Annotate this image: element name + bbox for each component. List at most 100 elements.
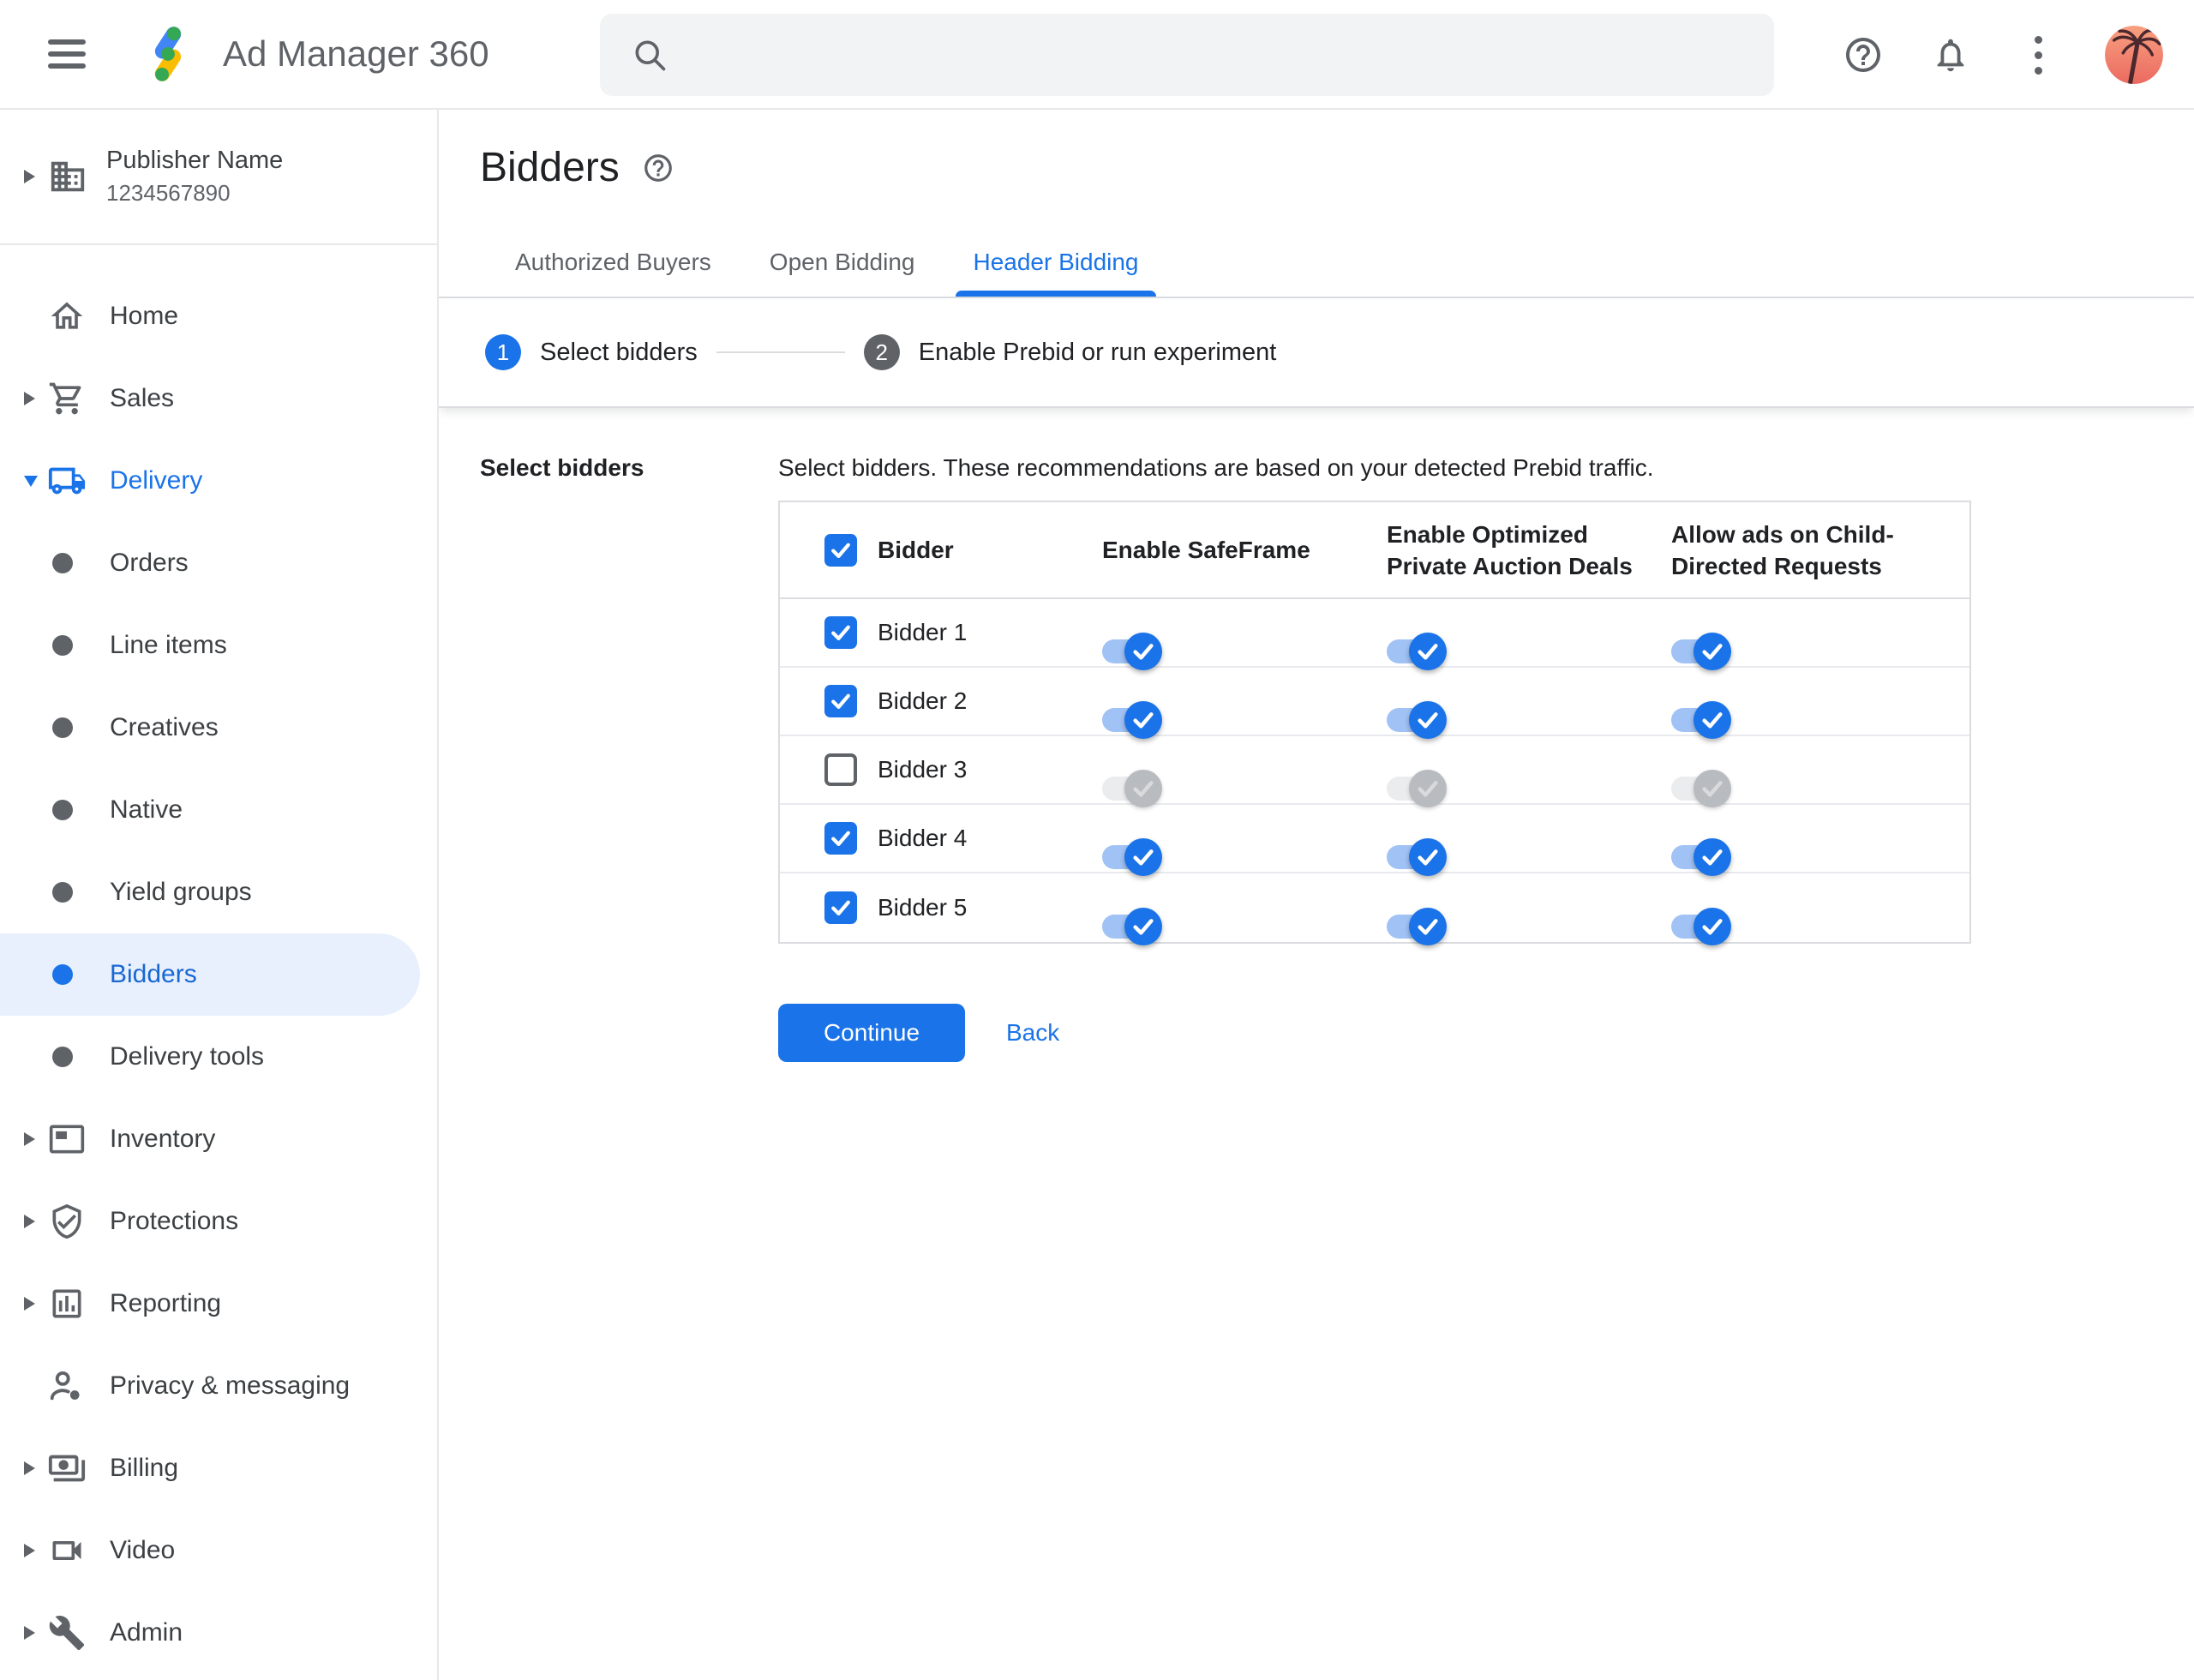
truck-icon: [46, 460, 87, 501]
column-header-bidder: Bidder: [878, 537, 954, 563]
sidebar-item-label: Delivery: [110, 466, 203, 495]
bidder-name: Bidder 5: [878, 894, 968, 921]
toggle-thumb-check-icon: [1409, 908, 1447, 945]
expand-icon: [24, 1215, 35, 1228]
bullet-icon: [52, 800, 73, 820]
back-button[interactable]: Back: [1006, 1019, 1059, 1047]
sidebar-item-creatives[interactable]: Creatives: [0, 687, 437, 769]
expand-icon: [24, 392, 35, 405]
toggle-thumb-check-icon: [1693, 908, 1731, 945]
bidders-table: Bidder Enable SafeFrame Enable Optimized…: [778, 501, 1971, 945]
toggle-thumb-check-icon: [1409, 633, 1447, 670]
row-checkbox[interactable]: [824, 822, 857, 855]
row-checkbox[interactable]: [824, 685, 857, 717]
sidebar-item-sales[interactable]: Sales: [0, 357, 437, 440]
tab-open-bidding[interactable]: Open Bidding: [747, 249, 938, 297]
step-2-label: Enable Prebid or run experiment: [918, 338, 1277, 366]
sidebar-item-yield-groups[interactable]: Yield groups: [0, 851, 437, 933]
top-app-bar: Ad Manager 360: [0, 0, 2194, 110]
sidebar-item-protections[interactable]: Protections: [0, 1180, 437, 1263]
sidebar-item-label: Inventory: [110, 1125, 216, 1153]
search-bar[interactable]: [600, 14, 1774, 96]
toggle-thumb-check-icon: [1124, 701, 1162, 739]
collapse-icon: [24, 475, 38, 487]
toggle-thumb-check-icon: [1693, 770, 1731, 807]
sidebar-item-home[interactable]: Home: [0, 275, 437, 357]
bidder-name: Bidder 1: [878, 619, 968, 645]
row-checkbox[interactable]: [824, 616, 857, 649]
tab-header-bidding[interactable]: Header Bidding: [950, 249, 1160, 297]
help-icon[interactable]: [1843, 34, 1884, 75]
table-row-bidder-4: Bidder 4: [780, 805, 1969, 876]
table-row-bidder-5: Bidder 5: [780, 873, 1969, 945]
sidebar-item-inventory[interactable]: Inventory: [0, 1098, 437, 1180]
toggle-thumb-check-icon: [1124, 908, 1162, 945]
sidebar-item-billing[interactable]: Billing: [0, 1427, 437, 1509]
avatar[interactable]: [2105, 26, 2163, 84]
sidebar-item-admin[interactable]: Admin: [0, 1592, 437, 1674]
sidebar-item-delivery[interactable]: Delivery: [0, 440, 437, 522]
table-description: Select bidders. These recommendations ar…: [778, 454, 1654, 481]
sidebar-item-label: Yield groups: [110, 878, 252, 906]
sidebar-item-bidders[interactable]: Bidders: [0, 933, 420, 1016]
section-label: Select bidders: [480, 454, 644, 481]
privacy-icon: [46, 1365, 87, 1407]
inventory-icon: [46, 1119, 87, 1160]
more-options-icon[interactable]: [2017, 34, 2059, 75]
expand-icon: [24, 1297, 35, 1311]
video-icon: [46, 1530, 87, 1571]
sidebar-item-reporting[interactable]: Reporting: [0, 1263, 437, 1345]
expand-icon: [24, 1461, 35, 1475]
sidebar-nav: Home Sales Delivery Orders Line items Creativ…: [0, 245, 437, 1674]
main-content: Bidders Authorized Buyers Open Bidding H…: [439, 110, 2194, 1680]
toggle-thumb-check-icon: [1693, 838, 1731, 876]
bidder-name: Bidder 3: [878, 756, 968, 783]
sidebar-item-label: Video: [110, 1536, 176, 1564]
row-checkbox[interactable]: [824, 753, 857, 786]
bullet-icon: [52, 1047, 73, 1067]
select-all-checkbox[interactable]: [824, 533, 857, 567]
publisher-switcher[interactable]: Publisher Name 1234567890: [0, 110, 437, 245]
form-actions: Continue Back: [778, 1004, 2153, 1062]
shield-icon: [46, 1201, 87, 1242]
sidebar-item-privacy-messaging[interactable]: Privacy & messaging: [0, 1345, 437, 1427]
expand-icon: [24, 1626, 35, 1640]
menu-icon[interactable]: [48, 39, 86, 69]
step-1-label: Select bidders: [540, 338, 698, 366]
sidebar-item-orders[interactable]: Orders: [0, 522, 437, 604]
sidebar-item-delivery-tools[interactable]: Delivery tools: [0, 1016, 437, 1098]
search-icon: [635, 40, 666, 71]
expand-icon: [24, 1544, 35, 1557]
billing-icon: [46, 1448, 87, 1489]
sidebar-item-video[interactable]: Video: [0, 1509, 437, 1592]
bullet-icon: [52, 553, 73, 573]
column-header-optimized-deals: Enable Optimized Private Auction Deals: [1387, 520, 1633, 579]
admin-icon: [46, 1612, 87, 1653]
column-header-child-directed: Allow ads on Child-Directed Requests: [1671, 520, 1894, 579]
sidebar-item-native[interactable]: Native: [0, 769, 437, 851]
sidebar-item-line-items[interactable]: Line items: [0, 604, 437, 687]
home-icon: [46, 296, 87, 337]
notifications-icon[interactable]: [1930, 34, 1971, 75]
page-title: Bidders: [480, 145, 620, 190]
building-icon: [48, 157, 87, 196]
sidebar-item-label: Privacy & messaging: [110, 1371, 351, 1400]
ad-manager-logo-icon: [135, 21, 201, 87]
toggle-thumb-check-icon: [1693, 701, 1731, 739]
sidebar-item-label: Reporting: [110, 1289, 222, 1317]
page-help-icon[interactable]: [642, 152, 674, 184]
app-title: Ad Manager 360: [223, 33, 489, 74]
table-row-bidder-2: Bidder 2: [780, 668, 1969, 739]
sidebar-item-label: Billing: [110, 1454, 179, 1482]
sidebar-item-label: Delivery tools: [110, 1042, 265, 1071]
step-2: 2 Enable Prebid or run experiment: [863, 334, 1277, 370]
table-row-bidder-1: Bidder 1: [780, 599, 1969, 670]
stepper: 1 Select bidders 2 Enable Prebid or run …: [439, 298, 2194, 408]
topbar-actions: [1843, 0, 2163, 110]
bullet-icon: [52, 882, 73, 903]
tab-authorized-buyers[interactable]: Authorized Buyers: [493, 249, 734, 297]
row-checkbox[interactable]: [824, 891, 857, 924]
continue-button[interactable]: Continue: [778, 1004, 965, 1062]
toggle-thumb-check-icon: [1409, 701, 1447, 739]
sidebar-item-label: Admin: [110, 1618, 183, 1647]
